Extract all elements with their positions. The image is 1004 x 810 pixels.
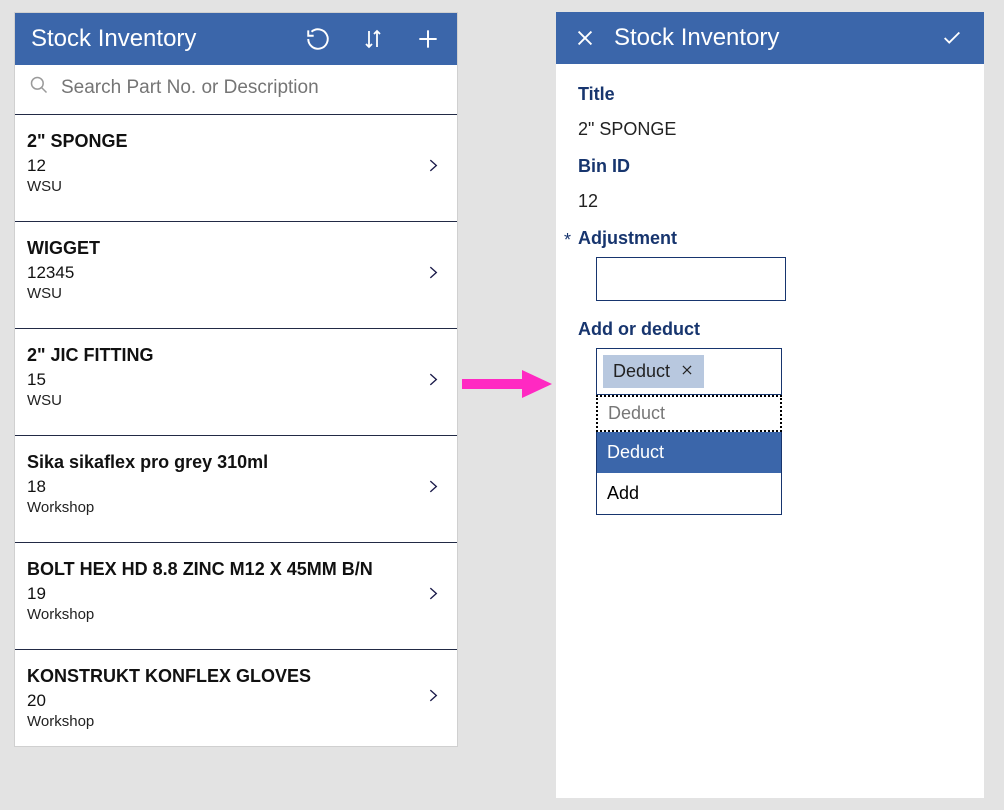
value-title: 2" SPONGE	[578, 119, 962, 140]
item-subtitle: 20	[27, 691, 445, 711]
inventory-list-item[interactable]: BOLT HEX HD 8.8 ZINC M12 X 45MM B/N 19 Wor…	[15, 543, 457, 650]
add-icon[interactable]	[415, 26, 441, 52]
item-location: Workshop	[27, 713, 445, 730]
label-adjustment: Adjustment	[578, 228, 962, 249]
form-header: Stock Inventory	[556, 12, 984, 64]
add-or-deduct-field[interactable]: Deduct	[596, 348, 782, 395]
chevron-right-icon	[425, 152, 441, 185]
chip-remove-icon[interactable]	[680, 361, 694, 382]
adjustment-input[interactable]	[596, 257, 786, 301]
inventory-list-panel: Stock Inventory 2" SPONGE 12 WSU WIGGET 1234…	[14, 12, 458, 747]
chevron-right-icon	[425, 259, 441, 292]
dropdown-options-list: DeductAdd	[596, 432, 782, 515]
form-title: Stock Inventory	[614, 24, 920, 52]
required-star-icon: *	[564, 230, 571, 251]
item-title: Sika sikaflex pro grey 310ml	[27, 452, 445, 473]
close-icon[interactable]	[574, 27, 596, 49]
selected-chip[interactable]: Deduct	[603, 355, 704, 388]
value-bin-id: 12	[578, 191, 962, 212]
item-subtitle: 19	[27, 584, 445, 604]
sort-icon[interactable]	[361, 26, 385, 52]
item-location: WSU	[27, 178, 445, 195]
item-title: BOLT HEX HD 8.8 ZINC M12 X 45MM B/N	[27, 559, 445, 580]
item-location: Workshop	[27, 499, 445, 516]
item-location: Workshop	[27, 606, 445, 623]
dropdown-option[interactable]: Add	[597, 473, 781, 514]
inventory-list-item[interactable]: KONSTRUKT KONFLEX GLOVES 20 Workshop	[15, 650, 457, 746]
inventory-list-item[interactable]: WIGGET 12345 WSU	[15, 222, 457, 329]
inventory-list-item[interactable]: 2" JIC FITTING 15 WSU	[15, 329, 457, 436]
inventory-form-panel: Stock Inventory Title 2" SPONGE Bin ID 1…	[556, 12, 984, 798]
list-title: Stock Inventory	[31, 25, 305, 53]
item-subtitle: 15	[27, 370, 445, 390]
refresh-icon[interactable]	[305, 26, 331, 52]
label-title: Title	[578, 84, 962, 105]
list-header: Stock Inventory	[15, 13, 457, 65]
label-bin-id: Bin ID	[578, 156, 962, 177]
chevron-right-icon	[425, 580, 441, 613]
item-subtitle: 18	[27, 477, 445, 497]
chip-label: Deduct	[613, 361, 670, 382]
dropdown-typed-text[interactable]: Deduct	[596, 395, 782, 432]
item-subtitle: 12345	[27, 263, 445, 283]
inventory-list-item[interactable]: 2" SPONGE 12 WSU	[15, 115, 457, 222]
item-title: 2" SPONGE	[27, 131, 445, 152]
search-row[interactable]	[15, 65, 457, 115]
search-icon	[29, 75, 49, 100]
inventory-list-item[interactable]: Sika sikaflex pro grey 310ml 18 Workshop	[15, 436, 457, 543]
item-location: WSU	[27, 392, 445, 409]
annotation-arrow	[462, 370, 552, 398]
label-add-or-deduct: Add or deduct	[578, 319, 962, 340]
confirm-icon[interactable]	[938, 27, 966, 49]
item-title: KONSTRUKT KONFLEX GLOVES	[27, 666, 445, 687]
chevron-right-icon	[425, 473, 441, 506]
item-location: WSU	[27, 285, 445, 302]
chevron-right-icon	[425, 682, 441, 715]
chevron-right-icon	[425, 366, 441, 399]
dropdown-option[interactable]: Deduct	[597, 432, 781, 473]
item-subtitle: 12	[27, 156, 445, 176]
search-input[interactable]	[59, 76, 443, 100]
item-title: 2" JIC FITTING	[27, 345, 445, 366]
item-title: WIGGET	[27, 238, 445, 259]
